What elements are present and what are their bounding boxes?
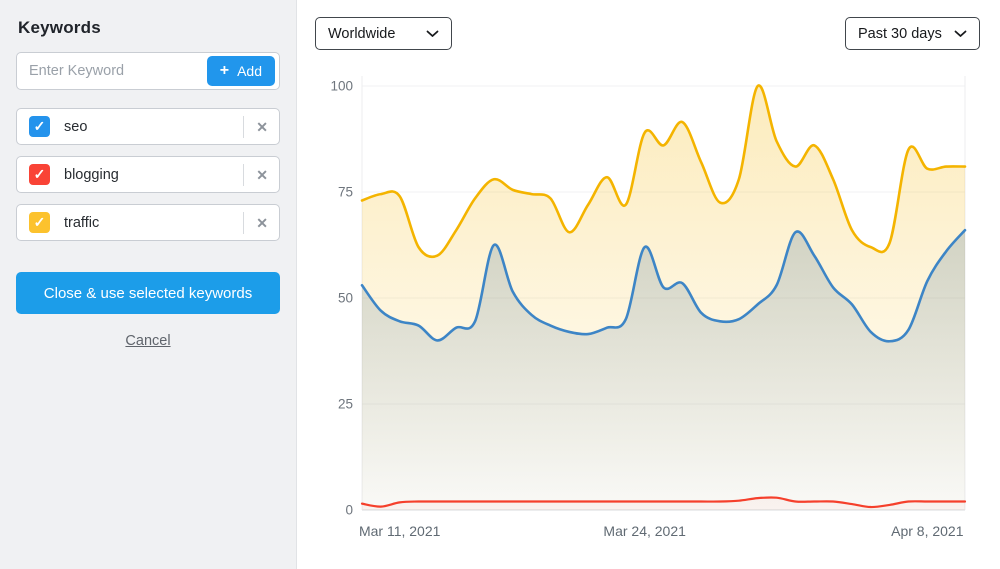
svg-text:Mar 11, 2021: Mar 11, 2021: [359, 523, 441, 539]
remove-keyword-icon[interactable]: ✕: [256, 216, 268, 230]
keyword-label: seo: [64, 119, 243, 135]
plus-icon: +: [220, 63, 229, 79]
keywords-sidebar: Keywords + Add ✓seo✕✓blogging✕✓traffic✕ …: [0, 0, 297, 569]
svg-text:25: 25: [338, 397, 353, 412]
svg-text:0: 0: [345, 503, 353, 518]
keyword-checkbox[interactable]: ✓: [29, 212, 50, 233]
keyword-chip: ✓ blogging ✕: [16, 156, 280, 193]
add-button-label: Add: [237, 63, 262, 79]
keyword-list: ✓ seo ✕ ✓ blogging ✕ ✓ traffic ✕: [16, 108, 280, 241]
keyword-label: traffic: [64, 215, 243, 231]
remove-keyword-icon[interactable]: ✕: [256, 168, 268, 182]
chip-divider: [243, 212, 244, 234]
chevron-down-icon: [426, 30, 439, 38]
svg-text:Apr 8, 2021: Apr 8, 2021: [891, 523, 964, 539]
add-keyword-button[interactable]: + Add: [207, 56, 275, 86]
keyword-checkbox[interactable]: ✓: [29, 116, 50, 137]
region-select[interactable]: Worldwide: [315, 17, 452, 50]
keyword-chip: ✓ traffic ✕: [16, 204, 280, 241]
close-use-keywords-button[interactable]: Close & use selected keywords: [16, 272, 280, 314]
svg-text:75: 75: [338, 185, 353, 200]
remove-keyword-icon[interactable]: ✕: [256, 120, 268, 134]
keyword-checkbox[interactable]: ✓: [29, 164, 50, 185]
time-range-select-value: Past 30 days: [858, 26, 942, 42]
time-range-select[interactable]: Past 30 days: [845, 17, 980, 50]
keyword-label: blogging: [64, 167, 243, 183]
chip-divider: [243, 116, 244, 138]
keyword-input-row: + Add: [16, 52, 280, 90]
trends-panel: 0 25 50 75 100 Mar 11, 2021 Mar 24, 2021 Apr 8,…: [297, 0, 1000, 569]
cancel-link[interactable]: Cancel: [16, 333, 280, 349]
chart-toolbar: Worldwide Past 30 days: [297, 0, 1000, 50]
region-select-value: Worldwide: [328, 26, 395, 42]
svg-text:50: 50: [338, 291, 353, 306]
svg-text:Mar 24, 2021: Mar 24, 2021: [603, 523, 686, 539]
sidebar-title: Keywords: [18, 18, 280, 38]
trends-chart: 0 25 50 75 100 Mar 11, 2021 Mar 24, 2021 Apr 8,…: [297, 0, 1000, 569]
keyword-chip: ✓ seo ✕: [16, 108, 280, 145]
chip-divider: [243, 164, 244, 186]
chevron-down-icon: [954, 30, 967, 38]
svg-text:100: 100: [330, 79, 353, 94]
